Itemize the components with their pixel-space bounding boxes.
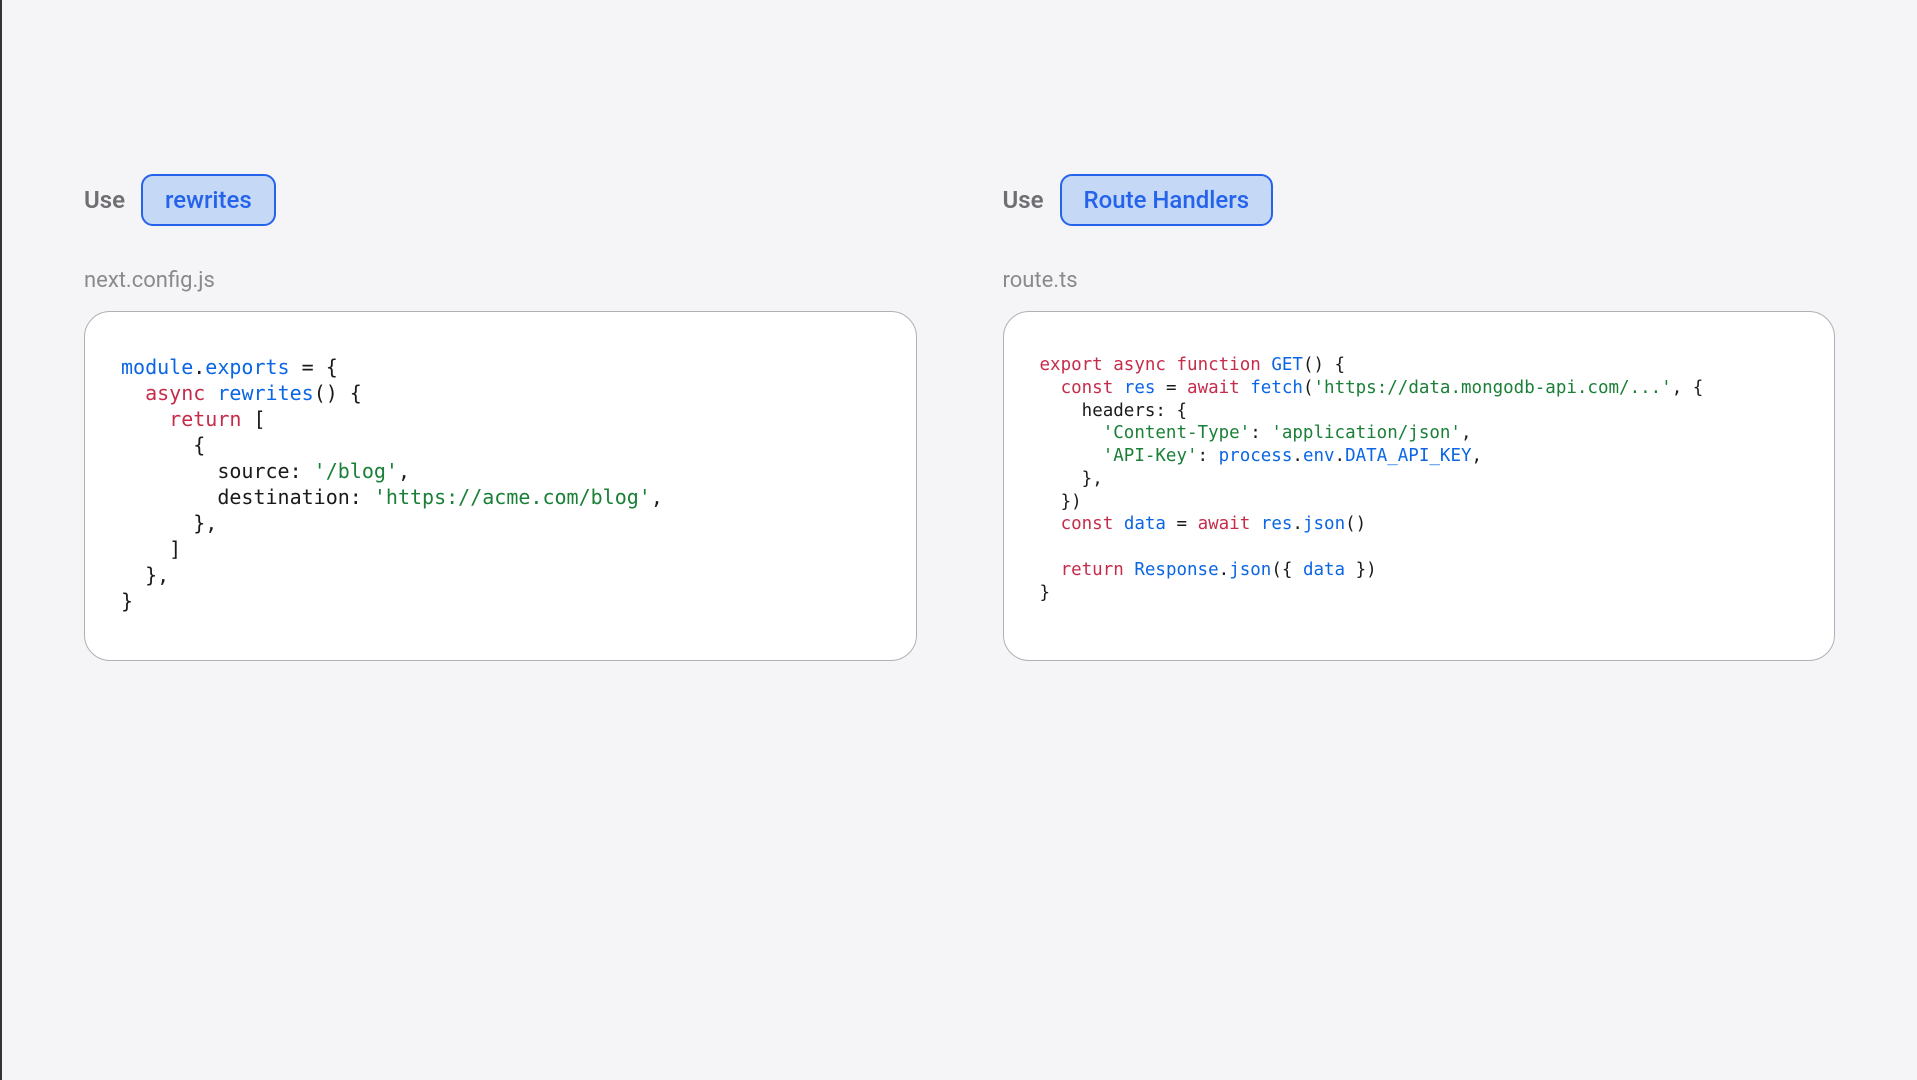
right-badge-route-handlers[interactable]: Route Handlers bbox=[1060, 174, 1274, 226]
left-use-label: Use bbox=[84, 186, 125, 214]
right-code-box: export async function GET() { const res … bbox=[1003, 311, 1836, 661]
left-code: module.exports = { async rewrites() { re… bbox=[121, 354, 880, 614]
right-use-label: Use bbox=[1003, 186, 1044, 214]
right-panel: Use Route Handlers route.ts export async… bbox=[1003, 174, 1836, 661]
left-panel: Use rewrites next.config.js module.expor… bbox=[84, 174, 917, 661]
main-container: Use rewrites next.config.js module.expor… bbox=[2, 0, 1917, 661]
right-filename: route.ts bbox=[1003, 268, 1836, 293]
left-code-box: module.exports = { async rewrites() { re… bbox=[84, 311, 917, 661]
left-panel-header: Use rewrites bbox=[84, 174, 917, 226]
left-badge-rewrites[interactable]: rewrites bbox=[141, 174, 276, 226]
right-code: export async function GET() { const res … bbox=[1040, 354, 1799, 604]
right-panel-header: Use Route Handlers bbox=[1003, 174, 1836, 226]
left-filename: next.config.js bbox=[84, 268, 917, 293]
